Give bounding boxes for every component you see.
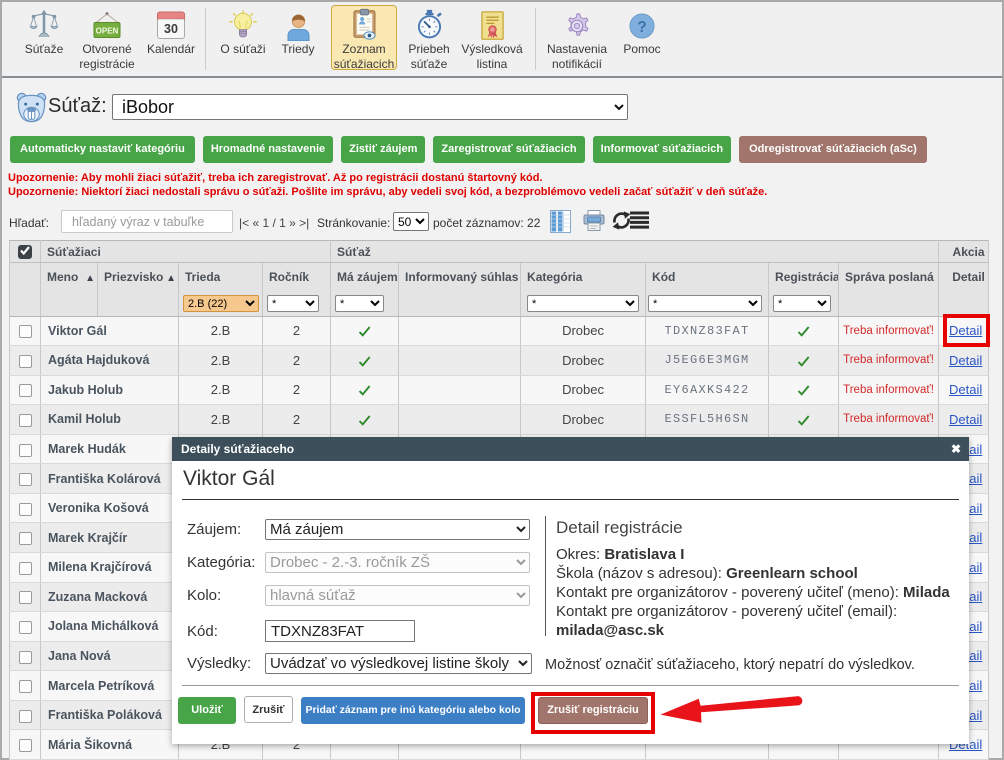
svg-text:30: 30: [164, 22, 178, 36]
svg-text:OPEN: OPEN: [96, 27, 119, 36]
svg-text:?: ?: [637, 19, 646, 36]
